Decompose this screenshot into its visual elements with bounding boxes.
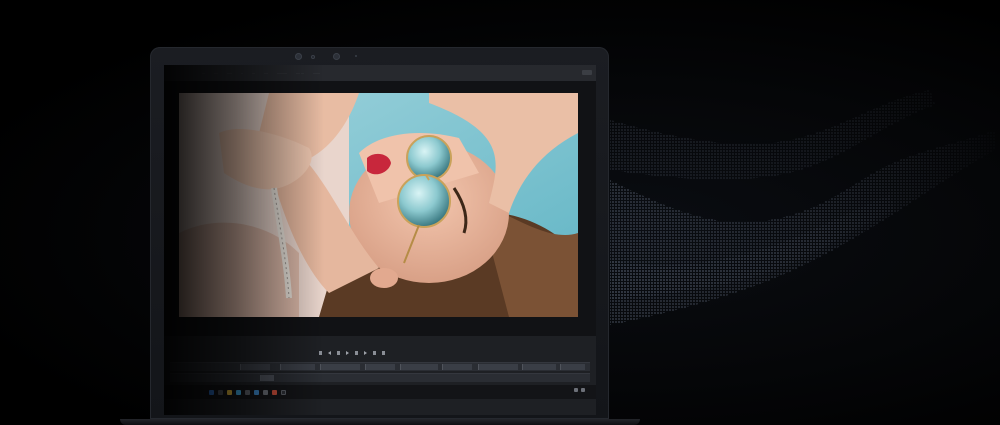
stage: ··· ···· ····· ·· ··· ···· ·········· ··… bbox=[0, 0, 1000, 425]
timeline-panel bbox=[164, 336, 596, 415]
clip[interactable] bbox=[260, 375, 274, 381]
clip[interactable] bbox=[400, 364, 438, 370]
menu-item[interactable]: ·········· bbox=[277, 65, 287, 81]
clip[interactable] bbox=[560, 364, 585, 370]
taskbar bbox=[164, 385, 596, 399]
play-icon[interactable] bbox=[346, 351, 349, 355]
timeline-ruler bbox=[172, 340, 582, 348]
loop-icon[interactable] bbox=[382, 351, 385, 355]
window-controls[interactable] bbox=[582, 70, 592, 75]
timeline-track[interactable] bbox=[170, 362, 590, 371]
search-icon[interactable] bbox=[218, 389, 223, 395]
laptop-base bbox=[120, 419, 640, 425]
app-icon[interactable] bbox=[281, 389, 286, 395]
app-icon[interactable] bbox=[245, 389, 250, 395]
clip[interactable] bbox=[240, 364, 270, 370]
rewind-icon[interactable] bbox=[328, 351, 331, 355]
camera-icon bbox=[295, 53, 302, 60]
menu-item[interactable]: ····· bbox=[227, 65, 232, 81]
windows-icon[interactable] bbox=[209, 389, 214, 395]
sensor-icon bbox=[311, 54, 315, 59]
stop-icon[interactable] bbox=[319, 351, 322, 355]
clip[interactable] bbox=[280, 364, 315, 370]
screen: ··· ···· ····· ·· ··· ···· ·········· ··… bbox=[164, 65, 596, 415]
clip[interactable] bbox=[365, 364, 395, 370]
menu-item[interactable]: ··· bbox=[202, 65, 205, 81]
forward-icon[interactable] bbox=[364, 351, 367, 355]
menu-item[interactable]: ··· bbox=[252, 65, 255, 81]
particle-wave bbox=[610, 90, 995, 325]
led-icon bbox=[355, 55, 357, 57]
folder-icon[interactable] bbox=[227, 389, 232, 395]
menu-bar: ··· ···· ····· ·· ··· ···· ·········· ··… bbox=[164, 65, 596, 81]
menu-item[interactable]: ······· bbox=[313, 65, 320, 81]
app-icon[interactable] bbox=[263, 389, 268, 395]
clip[interactable] bbox=[442, 364, 472, 370]
loop-icon[interactable] bbox=[373, 351, 376, 355]
clip[interactable] bbox=[478, 364, 518, 370]
camera-icon bbox=[333, 53, 340, 60]
menu-item[interactable]: ·· bbox=[241, 65, 243, 81]
browser-icon[interactable] bbox=[236, 389, 241, 395]
clip[interactable] bbox=[522, 364, 556, 370]
wifi-icon[interactable] bbox=[574, 388, 578, 392]
app-icon[interactable] bbox=[254, 389, 259, 395]
menu-item[interactable]: ···· ··· bbox=[296, 65, 304, 81]
camera-bar bbox=[295, 51, 365, 61]
step-forward-icon[interactable] bbox=[355, 351, 358, 355]
menu-item[interactable]: ···· bbox=[264, 65, 268, 81]
step-back-icon[interactable] bbox=[337, 351, 340, 355]
viewer-panel bbox=[164, 81, 596, 336]
menu-item[interactable]: ···· bbox=[214, 65, 218, 81]
timeline-track[interactable] bbox=[170, 373, 590, 382]
volume-icon[interactable] bbox=[581, 388, 585, 392]
system-tray bbox=[571, 388, 588, 392]
transport-controls bbox=[319, 351, 419, 357]
clip[interactable] bbox=[320, 364, 360, 370]
app-icon[interactable] bbox=[272, 389, 277, 395]
preview-image[interactable] bbox=[179, 93, 578, 317]
laptop-lid: ··· ···· ····· ·· ··· ···· ·········· ··… bbox=[150, 47, 609, 419]
